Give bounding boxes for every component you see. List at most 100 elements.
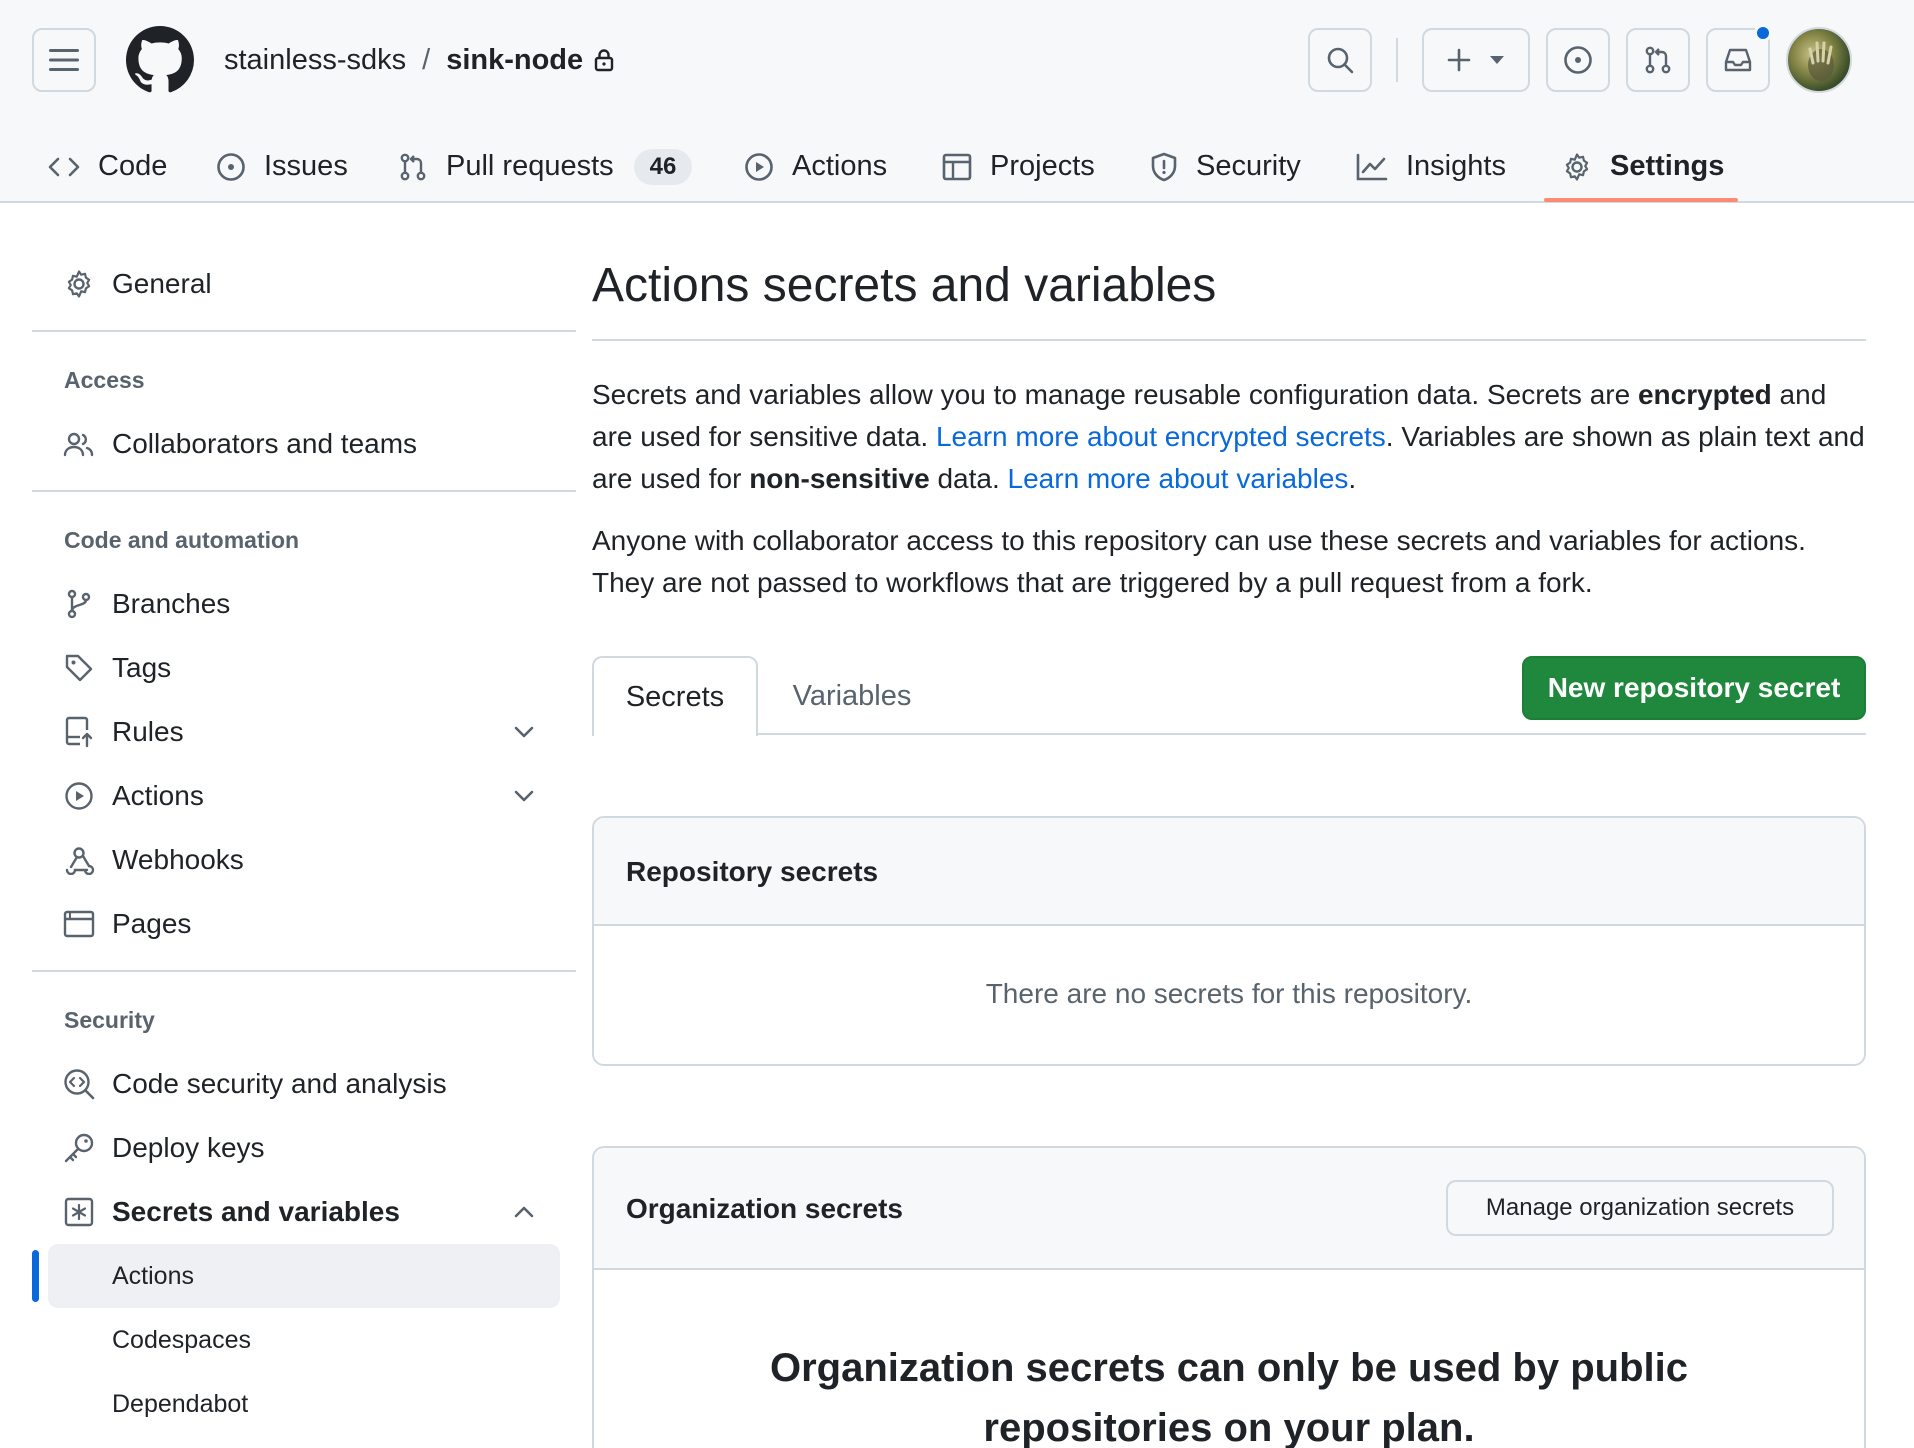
sidebar-subitem-dependabot[interactable]: Dependabot xyxy=(112,1390,248,1419)
repo-name-link[interactable]: sink-node xyxy=(446,44,583,77)
sidebar-item-general[interactable]: General xyxy=(62,264,212,304)
sidebar-item-secrets-variables[interactable]: Secrets and variables xyxy=(62,1192,400,1232)
tab-pull-requests-label: Pull requests xyxy=(446,150,614,182)
codescan-icon xyxy=(62,1068,96,1100)
sidebar-item-label: Tags xyxy=(112,652,172,683)
lock-icon xyxy=(593,48,615,72)
sidebar-item-pages[interactable]: Pages xyxy=(62,904,191,944)
sidebar-item-label: Actions xyxy=(112,780,204,811)
tab-variables[interactable]: Variables xyxy=(770,656,934,736)
tab-pull-requests[interactable]: Pull requests 46 xyxy=(398,130,693,203)
header-divider xyxy=(1396,38,1398,82)
graph-icon xyxy=(1356,153,1388,181)
webhook-icon xyxy=(62,845,96,875)
sidebar-item-label: Code security and analysis xyxy=(112,1068,447,1099)
triangle-down-icon xyxy=(1490,56,1504,64)
tab-projects[interactable]: Projects xyxy=(942,130,1095,203)
plus-icon xyxy=(1447,48,1471,72)
sidebar-item-label: Rules xyxy=(112,716,184,747)
people-icon xyxy=(62,430,96,458)
sidebar-item-label: Secrets and variables xyxy=(112,1196,400,1227)
shield-icon xyxy=(1150,152,1178,182)
tab-settings[interactable]: Settings xyxy=(1562,130,1724,203)
page-title: Actions secrets and variables xyxy=(592,259,1217,312)
intro-paragraph: Secrets and variables allow you to manag… xyxy=(592,374,1872,500)
tab-code-label: Code xyxy=(98,150,168,182)
git-pull-request-icon xyxy=(398,152,428,182)
git-pull-request-icon xyxy=(1645,46,1671,74)
sidebar-divider xyxy=(32,970,576,972)
your-issues-button[interactable] xyxy=(1546,28,1610,92)
intro-text: data. xyxy=(929,463,1008,494)
repo-owner-link[interactable]: stainless-sdks xyxy=(224,44,406,77)
play-icon xyxy=(62,781,96,811)
sidebar-item-label: Webhooks xyxy=(112,844,244,875)
sidebar-item-code-security[interactable]: Code security and analysis xyxy=(62,1064,447,1104)
menu-button[interactable] xyxy=(32,28,96,92)
browser-icon xyxy=(62,910,96,938)
intro-text: Secrets and variables allow you to manag… xyxy=(592,379,1638,410)
key-icon xyxy=(62,1132,96,1164)
key-asterisk-icon xyxy=(62,1197,96,1227)
repo-nav: Code Issues Pull requests 46 Actions Pro… xyxy=(0,130,1914,203)
search-icon xyxy=(1327,47,1354,74)
table-icon xyxy=(942,152,972,182)
sidebar-item-deploy-keys[interactable]: Deploy keys xyxy=(62,1128,265,1168)
sidebar-item-branches[interactable]: Branches xyxy=(62,584,230,624)
repository-secrets-title: Repository secrets xyxy=(626,856,879,887)
sidebar-subitem-codespaces[interactable]: Codespaces xyxy=(112,1326,251,1355)
tab-projects-label: Projects xyxy=(990,150,1095,182)
tab-issues-label: Issues xyxy=(264,150,348,182)
intro-emphasis: non-sensitive xyxy=(749,463,930,494)
sidebar-item-label: Branches xyxy=(112,588,231,619)
sidebar-item-tags[interactable]: Tags xyxy=(62,648,171,688)
repository-secrets-panel: Repository secrets There are no secrets … xyxy=(592,816,1866,1066)
app-header: stainless-sdks / sink-node Code Issues P… xyxy=(0,0,1914,203)
tab-insights[interactable]: Insights xyxy=(1356,130,1506,203)
github-logo-icon[interactable] xyxy=(126,26,194,94)
sidebar-active-indicator xyxy=(32,1250,39,1302)
tab-actions[interactable]: Actions xyxy=(744,130,887,203)
sidebar-item-label: Collaborators and teams xyxy=(112,428,418,459)
your-pull-requests-button[interactable] xyxy=(1626,28,1690,92)
issue-opened-icon xyxy=(1564,46,1592,74)
gear-icon xyxy=(1562,152,1592,182)
panel-header: Organization secrets Manage organization… xyxy=(594,1148,1864,1270)
sidebar-subitem-actions[interactable]: Actions xyxy=(112,1262,194,1291)
tab-code[interactable]: Code xyxy=(48,130,167,203)
inbox-icon xyxy=(1724,48,1752,72)
user-avatar[interactable] xyxy=(1786,27,1852,93)
organization-secrets-panel: Organization secrets Manage organization… xyxy=(592,1146,1866,1448)
sidebar-divider xyxy=(32,490,576,492)
learn-variables-link[interactable]: Learn more about variables xyxy=(1008,463,1349,494)
sidebar-item-collaborators[interactable]: Collaborators and teams xyxy=(62,424,417,464)
tab-issues[interactable]: Issues xyxy=(216,130,348,203)
sidebar-item-actions[interactable]: Actions xyxy=(62,776,204,816)
hamburger-icon xyxy=(49,49,79,71)
manage-organization-secrets-button[interactable]: Manage organization secrets xyxy=(1446,1180,1834,1236)
unread-notification-dot xyxy=(1754,24,1772,42)
sidebar-item-label: Pages xyxy=(112,908,192,939)
tab-security[interactable]: Security xyxy=(1150,130,1301,203)
empty-secrets-message: There are no secrets for this repository… xyxy=(985,978,1473,1009)
title-divider xyxy=(592,339,1866,341)
pull-requests-count-badge: 46 xyxy=(633,148,693,185)
create-new-button[interactable] xyxy=(1422,28,1530,92)
tag-icon xyxy=(62,653,96,683)
chevron-down-icon[interactable] xyxy=(512,784,536,808)
intro-emphasis: encrypted xyxy=(1637,379,1772,410)
tab-secrets[interactable]: Secrets xyxy=(592,656,758,736)
organization-secrets-message: Organization secrets can only be used by… xyxy=(769,1346,1688,1448)
chevron-up-icon[interactable] xyxy=(512,1200,536,1224)
chevron-down-icon[interactable] xyxy=(512,720,536,744)
sidebar-item-webhooks[interactable]: Webhooks xyxy=(62,840,244,880)
git-branch-icon xyxy=(62,589,96,619)
search-button[interactable] xyxy=(1308,28,1372,92)
play-icon xyxy=(744,152,774,182)
new-repository-secret-button[interactable]: New repository secret xyxy=(1522,656,1866,720)
sidebar-item-rules[interactable]: Rules xyxy=(62,712,184,752)
collaborator-access-paragraph: Anyone with collaborator access to this … xyxy=(592,525,1806,598)
code-icon xyxy=(48,155,80,179)
issue-opened-icon xyxy=(216,152,246,182)
learn-encrypted-secrets-link[interactable]: Learn more about encrypted secrets xyxy=(936,421,1386,452)
